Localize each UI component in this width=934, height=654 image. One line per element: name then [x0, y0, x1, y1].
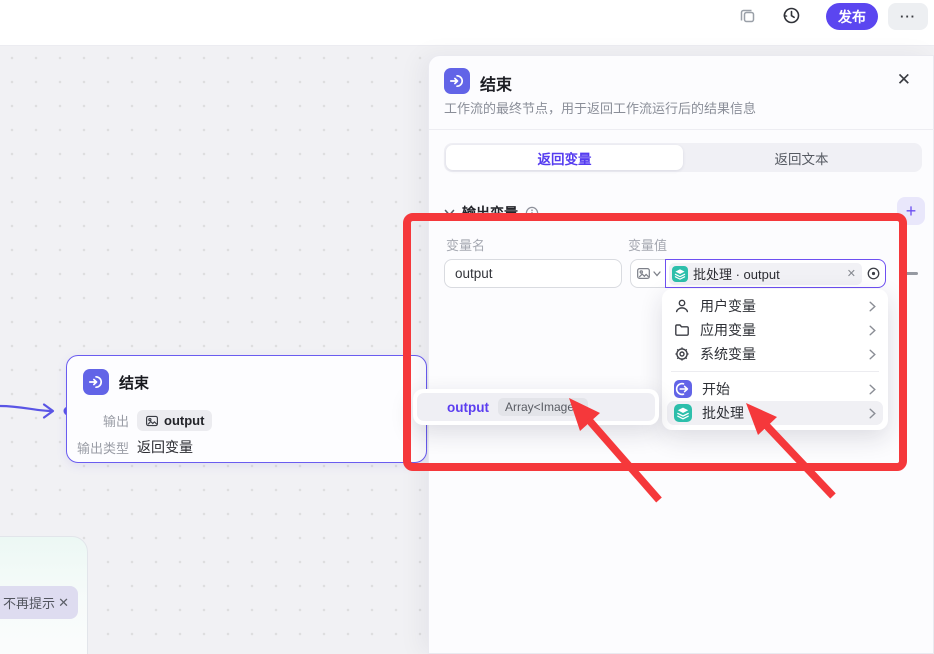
output-variables-title: 输出变量	[462, 203, 518, 223]
panel-end-icon	[444, 68, 470, 94]
panel-close-icon[interactable]: ✕	[897, 70, 911, 90]
gear-icon	[674, 346, 690, 362]
submenu-variable-type: Array<Image>	[498, 398, 588, 416]
add-variable-button[interactable]: +	[897, 197, 925, 225]
menu-item-label: 开始	[702, 379, 859, 399]
top-toolbar: 发布 ···	[0, 0, 934, 46]
end-node-icon	[83, 369, 109, 395]
image-type-icon	[145, 414, 159, 428]
menu-item-batch-node[interactable]: 批处理	[667, 401, 883, 425]
chevron-down-icon	[653, 271, 661, 277]
tab-return-text[interactable]: 返回文本	[683, 145, 920, 170]
column-variable-name: 变量名	[446, 235, 485, 254]
workflow-editor: 发布 ··· 结束 输出	[0, 0, 934, 654]
node-output-type-label: 输出类型	[67, 438, 129, 457]
dismiss-close-icon[interactable]: ✕	[58, 595, 78, 611]
end-node-card[interactable]: 结束 输出 output 输出类型 返回变量	[66, 355, 427, 463]
menu-item-label: 批处理	[702, 403, 859, 423]
end-node-header: 结束	[83, 369, 149, 395]
folder-icon	[674, 322, 690, 338]
value-type-select[interactable]	[630, 259, 666, 288]
collapse-chevron-icon[interactable]	[444, 209, 455, 217]
submenu-variable-name: output	[447, 400, 489, 415]
locate-target-icon[interactable]	[866, 266, 881, 281]
menu-item-label: 系统变量	[700, 344, 859, 364]
tab-return-variable[interactable]: 返回变量	[446, 145, 683, 170]
menu-item-label: 用户变量	[700, 296, 859, 316]
node-output-type-value: 返回变量	[137, 437, 193, 457]
edge-connector	[0, 398, 74, 426]
image-type-icon	[636, 266, 651, 281]
reference-pill: 批处理 · output ✕	[669, 263, 862, 285]
variable-value-field[interactable]: 批处理 · output ✕	[665, 259, 886, 288]
column-variable-value: 变量值	[628, 235, 667, 254]
panel-subtitle: 工作流的最终节点，用于返回工作流运行后的结果信息	[444, 98, 756, 117]
reference-label: 批处理 · output	[693, 264, 842, 283]
batch-node-icon	[672, 266, 688, 282]
start-node-icon	[674, 380, 692, 398]
submenu-item-output[interactable]: output Array<Image>	[417, 393, 655, 421]
chevron-right-icon	[869, 408, 876, 419]
menu-divider	[671, 371, 879, 372]
clear-reference-icon[interactable]: ✕	[847, 267, 856, 280]
chevron-right-icon	[869, 325, 876, 336]
chevron-right-icon	[869, 301, 876, 312]
menu-item-user-variables[interactable]: 用户变量	[667, 294, 883, 318]
menu-item-system-variables[interactable]: 系统变量	[667, 342, 883, 366]
dismiss-tooltip-label: 不再提示	[3, 593, 55, 612]
batch-node-icon	[674, 404, 692, 422]
return-mode-tabs: 返回变量 返回文本	[444, 143, 922, 172]
more-button[interactable]: ···	[888, 3, 928, 30]
node-output-value: output	[164, 413, 204, 428]
menu-item-app-variables[interactable]: 应用变量	[667, 318, 883, 342]
duplicate-icon[interactable]	[739, 7, 757, 30]
node-output-label: 输出	[67, 411, 129, 430]
panel-divider	[429, 129, 934, 130]
chevron-right-icon	[869, 349, 876, 360]
publish-button[interactable]: 发布	[826, 3, 878, 30]
chevron-right-icon	[869, 384, 876, 395]
panel-title: 结束	[480, 71, 512, 95]
batch-output-submenu: output Array<Image>	[413, 389, 659, 425]
dismiss-tooltip: 不再提示 ✕	[0, 586, 78, 619]
user-icon	[674, 298, 690, 314]
history-icon[interactable]	[782, 6, 801, 30]
node-output-tag: output	[137, 410, 212, 431]
variable-name-input[interactable]	[444, 259, 622, 288]
remove-variable-button[interactable]	[904, 272, 918, 275]
end-node-title: 结束	[119, 372, 149, 393]
menu-item-start-node[interactable]: 开始	[667, 377, 883, 401]
variable-picker-menu: 用户变量 应用变量 系统变量 开始	[662, 289, 888, 430]
menu-item-label: 应用变量	[700, 320, 859, 340]
info-icon[interactable]	[525, 206, 539, 220]
